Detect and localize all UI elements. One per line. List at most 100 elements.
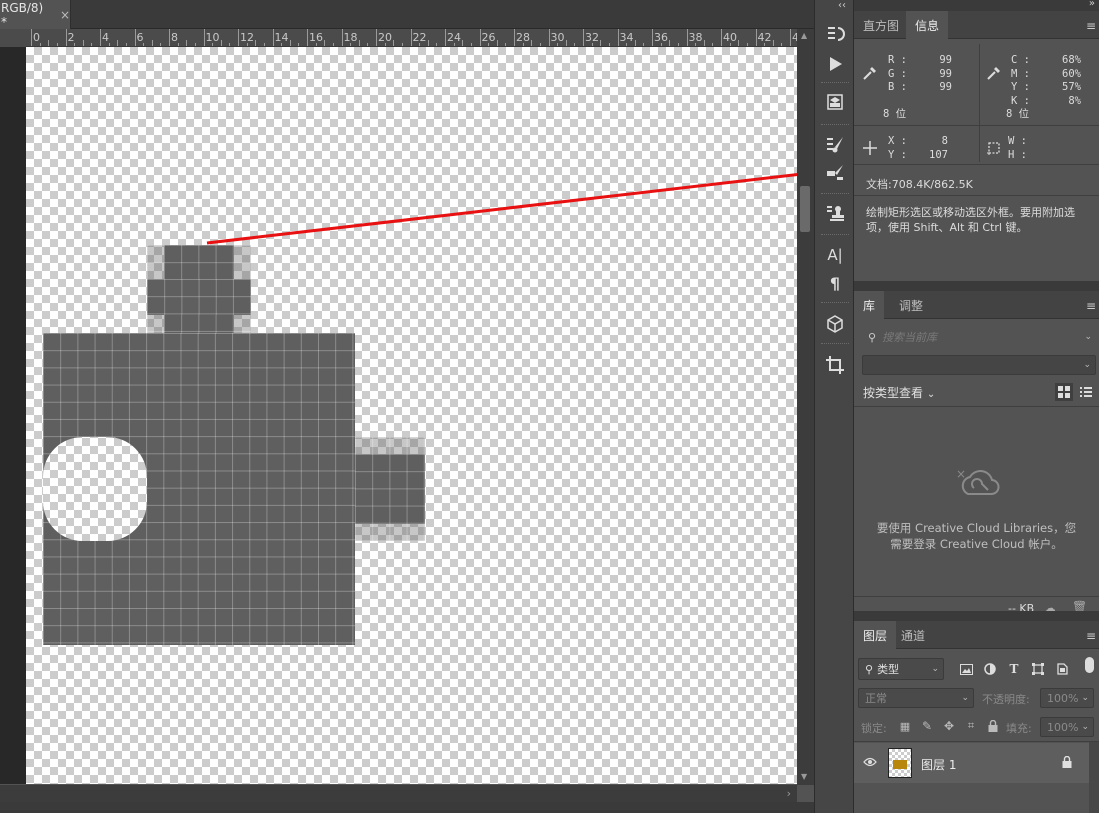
search-icon: ⚲	[868, 330, 877, 344]
ruler-minor-tick	[574, 43, 576, 46]
ruler-tick	[790, 29, 791, 46]
layer-name[interactable]: 图层 1	[921, 756, 956, 773]
ruler-minor-tick	[298, 43, 300, 46]
tab-info[interactable]: 信息	[906, 11, 949, 39]
cube-icon[interactable]	[823, 312, 847, 336]
fill-input[interactable]: 100% ⌄	[1040, 717, 1094, 737]
lock-transparent-icon[interactable]: ▦	[896, 717, 914, 735]
ruler-minor-tick	[600, 40, 602, 46]
panel-menu-icon[interactable]: ≡	[1086, 19, 1096, 33]
tab-histogram[interactable]: 直方图	[854, 11, 908, 39]
ruler-minor-tick	[453, 43, 455, 46]
tab-adjustments[interactable]: 调整	[890, 291, 932, 319]
scroll-up-icon[interactable]: ▲	[801, 31, 807, 40]
lock-artboard-icon[interactable]: ⌗	[962, 717, 980, 735]
pixel-shape-top-knob-wide	[147, 279, 251, 315]
shape-filter-icon[interactable]	[1029, 660, 1047, 678]
ruler-minor-tick	[315, 43, 317, 46]
clone-source-icon[interactable]	[823, 161, 847, 185]
ruler-minor-tick	[436, 43, 438, 46]
canvas[interactable]	[26, 47, 797, 784]
layer-row[interactable]: 图层 1	[854, 743, 1089, 783]
ruler-minor-tick	[488, 43, 490, 46]
ruler-tick	[755, 29, 757, 46]
layers-menu-icon[interactable]: ≡	[1086, 629, 1096, 643]
lock-label: 锁定:	[861, 722, 887, 735]
ruler-minor-tick	[677, 43, 679, 46]
ruler-minor-tick	[772, 40, 774, 46]
layers-scrollbar[interactable]	[1089, 742, 1099, 813]
chevron-down-icon[interactable]: ⌄	[1084, 332, 1092, 342]
scroll-right-icon[interactable]: ›	[787, 787, 791, 800]
ruler-minor-tick	[746, 43, 748, 46]
lock-position-icon[interactable]: ✥	[940, 717, 958, 735]
smart-object-filter-icon[interactable]	[1053, 660, 1071, 678]
ruler-tick	[307, 29, 308, 46]
pixel-filter-icon[interactable]	[957, 660, 975, 678]
info-rgb-bits: 8 位	[883, 108, 907, 120]
horizontal-ruler[interactable]: 0246810121416182022242628303234363840424	[26, 29, 797, 47]
info-xy: X :8 Y :107	[888, 135, 948, 161]
ruler-minor-tick	[643, 43, 645, 46]
tab-layers[interactable]: 图层	[854, 621, 897, 649]
pixel-shape-right-knob	[355, 454, 425, 524]
library-select[interactable]: ⌄	[862, 355, 1096, 375]
ruler-minor-tick	[419, 43, 421, 46]
ruler-tick	[203, 29, 205, 46]
ruler-minor-tick	[522, 43, 524, 46]
eyedropper-rgb-icon	[862, 65, 878, 84]
blend-mode-select[interactable]: 正常 ⌄	[858, 688, 974, 708]
ruler-minor-tick	[160, 43, 162, 46]
vertical-ruler[interactable]	[0, 47, 26, 784]
document-tab[interactable]: RGB/8) * ×	[0, 0, 71, 29]
stamp-icon[interactable]	[823, 201, 847, 225]
ruler-tick	[134, 29, 136, 46]
grid-view-icon[interactable]	[1055, 383, 1073, 401]
ruler-minor-tick	[427, 40, 429, 46]
libraries-menu-icon[interactable]: ≡	[1086, 299, 1096, 313]
ruler-tick	[169, 29, 170, 46]
history-brush-icon[interactable]	[823, 22, 847, 46]
ruler-minor-tick	[626, 43, 628, 46]
list-view-icon[interactable]	[1077, 383, 1095, 401]
tab-channels[interactable]: 通道	[892, 621, 934, 649]
vertical-scrollbar[interactable]: ▲ ▼	[797, 29, 814, 785]
ruler-minor-tick	[117, 40, 119, 46]
paragraph-icon[interactable]: ¶	[823, 271, 847, 295]
tab-libraries[interactable]: 库	[854, 291, 885, 319]
ruler-minor-tick	[608, 43, 610, 46]
3d-object-icon[interactable]	[823, 90, 847, 114]
ruler-minor-tick	[393, 40, 395, 46]
ruler-minor-tick	[212, 43, 214, 46]
play-icon[interactable]	[823, 52, 847, 76]
lock-all-icon[interactable]	[984, 717, 1002, 735]
ruler-tick	[652, 29, 653, 46]
character-icon[interactable]: A|	[823, 243, 847, 267]
opacity-input[interactable]: 100% ⌄	[1040, 688, 1094, 708]
info-panel-tabbar: 直方图 信息 ≡	[854, 11, 1099, 39]
crop-icon[interactable]	[823, 353, 847, 377]
info-rgb: R :99 G :99 B :99	[888, 54, 952, 93]
adjustment-filter-icon[interactable]	[981, 660, 999, 678]
brush-settings-icon[interactable]	[823, 133, 847, 157]
ruler-tick	[31, 29, 32, 46]
library-search-input[interactable]: ⚲ 搜索当前库 ⌄	[862, 327, 1096, 347]
ruler-minor-tick	[186, 40, 188, 46]
expand-panels-icon[interactable]: »	[1089, 0, 1095, 9]
ruler-minor-tick	[324, 40, 326, 46]
ruler-minor-tick	[738, 40, 740, 46]
libraries-empty-message: 要使用 Creative Cloud Libraries，您 需要登录 Crea…	[876, 521, 1077, 551]
lock-image-icon[interactable]: ✎	[918, 717, 936, 735]
ruler-minor-tick	[695, 43, 697, 46]
view-by-type-dropdown[interactable]: 按类型查看 ⌄	[863, 384, 935, 401]
horizontal-scrollbar[interactable]: ›	[0, 785, 797, 802]
filter-toggle-switch[interactable]	[1085, 657, 1094, 673]
collapse-panels-icon[interactable]: ‹‹	[838, 0, 846, 11]
creative-cloud-icon: ×	[954, 466, 1004, 503]
type-filter-icon[interactable]: T	[1005, 660, 1023, 678]
eye-visibility-icon[interactable]	[863, 757, 877, 770]
scroll-down-icon[interactable]: ▼	[801, 772, 807, 781]
close-tab-icon[interactable]: ×	[60, 8, 70, 22]
layer-filter-select[interactable]: ⚲ 类型 ⌄	[858, 658, 944, 680]
vertical-scroll-thumb[interactable]	[800, 186, 810, 232]
